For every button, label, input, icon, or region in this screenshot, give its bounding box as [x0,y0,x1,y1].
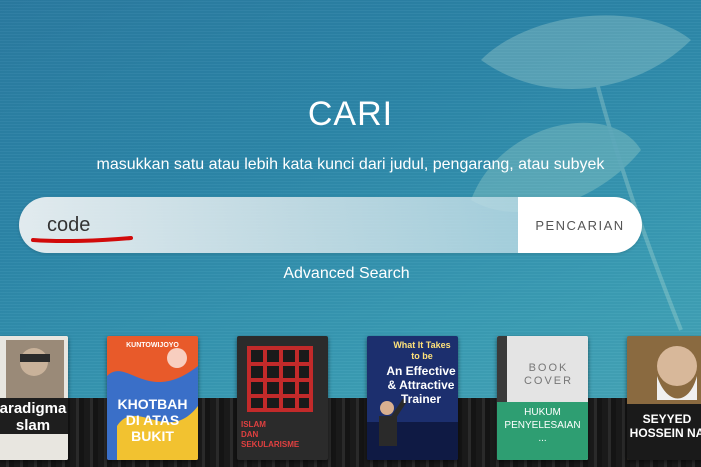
book-paradigma-islam[interactable]: aradigma slam [0,336,68,460]
book-title-line: PENYELESAIAN [504,420,581,431]
bookshelf [0,398,701,467]
book-title-line: & Attractive [387,378,455,392]
book-khotbah-di-atas-bukit[interactable]: KUNTOWIJOYO KHOTBAH DI ATAS BUKIT [107,336,198,460]
book-title-line: DAN [241,430,259,439]
book-seyyed-hossein-nasr[interactable]: SEYYED HOSSEIN NA [627,336,701,460]
book-placeholder-label: BOOK [528,362,569,374]
page-title: CARI [307,95,394,133]
book-title-line: DI ATAS [125,412,180,428]
book-cover-art [627,336,701,460]
search-input[interactable] [19,197,518,253]
book-title-line: SEKULARISME [241,440,300,449]
book-cover-art [0,336,68,460]
book-hukum-penyelesaian[interactable]: BOOK COVER HUKUM PENYELESAIAN ... [497,336,588,460]
book-author: KUNTOWIJOYO [126,342,179,349]
book-title-line: slam [15,417,51,434]
search-bar: PENCARIAN [19,197,642,253]
book-title-line: An Effective [386,364,456,378]
book-title-line: HUKUM [524,407,561,418]
book-title-line: SEYYED [642,412,692,426]
book-title-line: Trainer [400,392,442,406]
annotation-underline [31,236,133,244]
book-title-line: ISLAM [241,420,266,429]
book-placeholder-label: COVER [523,375,574,387]
search-button[interactable]: PENCARIAN [518,197,642,253]
book-title-line: BUKIT [131,428,174,444]
search-instructions: masukkan satu atau lebih kata kunci dari… [96,156,605,173]
book-title-line: to be [411,351,433,361]
book-title-line: ... [538,433,547,444]
book-title-line: What It Takes [393,340,451,350]
book-title-line: HOSSEIN NA [629,426,701,440]
advanced-search-link[interactable]: Advanced Search [0,265,693,283]
book-islam-dan-sekularisme[interactable]: ISLAM DAN SEKULARISME [237,336,328,460]
book-title-line: aradigma [0,400,67,417]
book-effective-trainer[interactable]: What It Takes to be An Effective & Attra… [367,336,458,460]
book-title-line: KHOTBAH [117,396,188,412]
